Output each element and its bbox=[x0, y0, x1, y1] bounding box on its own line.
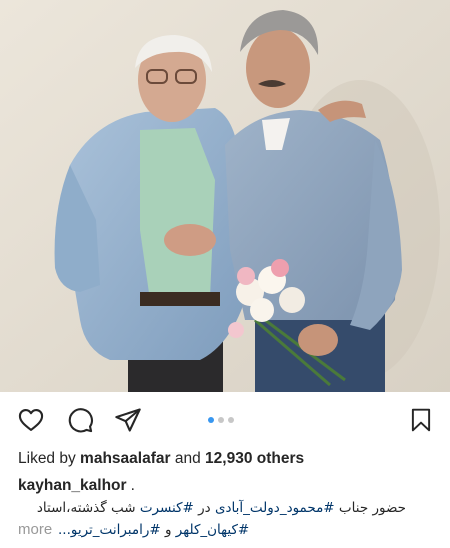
comment-icon[interactable] bbox=[65, 406, 95, 434]
hashtag-link[interactable]: #رامبرانت_تریو... bbox=[58, 522, 161, 538]
caption-text: شب گذشته،استاد bbox=[36, 500, 136, 516]
caption-line-1: حضور جناب #محمود_دولت_آبادی در #کنسرت شب… bbox=[37, 500, 406, 516]
heart-icon[interactable] bbox=[16, 406, 46, 434]
photo-illustration bbox=[0, 0, 450, 392]
hashtag-link[interactable]: #کنسرت bbox=[140, 500, 194, 516]
bookmark-icon[interactable] bbox=[408, 406, 434, 434]
hashtag-link[interactable]: #کیهان_کلهر bbox=[176, 522, 249, 538]
likes-count-link[interactable]: 12,930 others bbox=[205, 450, 304, 467]
carousel-dot bbox=[228, 417, 234, 423]
likes-prefix: Liked by bbox=[18, 450, 76, 467]
post-action-bar bbox=[0, 392, 450, 444]
paper-plane-icon[interactable] bbox=[113, 406, 143, 434]
liked-by-user-link[interactable]: mahsaalafar bbox=[80, 450, 170, 467]
carousel-indicator bbox=[208, 417, 234, 423]
caption-text: در bbox=[198, 500, 211, 516]
caption-text: حضور جناب bbox=[338, 500, 406, 516]
carousel-dot-active bbox=[208, 417, 214, 423]
caption-text: و bbox=[164, 522, 172, 538]
caption-header: kayhan_kalhor. bbox=[18, 477, 135, 495]
hashtag-link[interactable]: #محمود_دولت_آبادی bbox=[215, 500, 335, 516]
more-link[interactable]: more bbox=[18, 521, 52, 538]
likes-connector: and bbox=[174, 450, 201, 467]
likes-summary: Liked by mahsaalafar and 12,930 others bbox=[18, 450, 304, 468]
post-photo[interactable] bbox=[0, 0, 450, 392]
caption-line-2: #کیهان_کلهر و #رامبرانت_تریو... bbox=[58, 522, 249, 538]
caption-trail: . bbox=[130, 477, 135, 494]
carousel-dot bbox=[218, 417, 224, 423]
caption-username-link[interactable]: kayhan_kalhor bbox=[18, 477, 127, 494]
